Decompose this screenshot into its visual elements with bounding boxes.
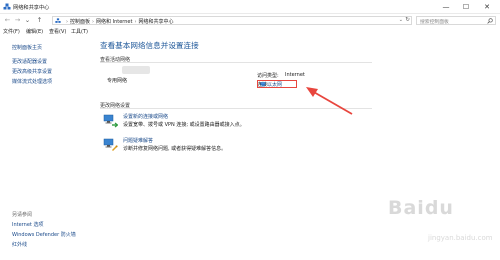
network-setup-icon	[103, 114, 118, 128]
troubleshoot-link[interactable]: 问题疑难解答	[123, 137, 153, 144]
baidu-watermark: Baidu jingyan.baidu.com	[384, 194, 496, 250]
see-also-infrared[interactable]: 红外线	[12, 241, 27, 248]
baidu-logo: Baidu	[388, 197, 454, 219]
refresh-icon[interactable]: ↻	[405, 17, 410, 23]
troubleshoot-desc: 诊断并修复网络问题, 或者获得疑难解答信息。	[123, 146, 227, 152]
network-center-icon	[55, 18, 61, 23]
setup-connection-desc: 设置宽带、拨号或 VPN 连接; 或设置路由器或接入点。	[123, 122, 245, 128]
close-button[interactable]: ✕	[481, 2, 493, 12]
sidebar-link-media-streaming[interactable]: 媒体流式处理选项	[12, 78, 52, 85]
task-troubleshoot: 问题疑难解答 诊断并修复网络问题, 或者获得疑难解答信息。	[103, 137, 373, 155]
ethernet-link-label[interactable]: 以太网	[267, 81, 282, 88]
breadcrumb-network-internet[interactable]: 网络和 Internet	[96, 19, 132, 25]
back-button[interactable]: ←	[3, 16, 12, 25]
menu-bar: 文件(F) 编辑(E) 查看(V) 工具(T)	[0, 27, 500, 36]
access-type-label: 访问类型:	[257, 73, 279, 79]
sidebar-link-control-panel-home[interactable]: 控制面板主页	[12, 44, 42, 51]
sidebar-link-sharing-settings[interactable]: 更改高级共享设置	[12, 68, 52, 75]
see-also-heading: 另请参阅	[12, 212, 33, 218]
breadcrumb-separator: ›	[66, 19, 68, 25]
ethernet-link[interactable]: 以太网	[257, 80, 297, 88]
page-title: 查看基本网络信息并设置连接	[100, 41, 199, 50]
sidebar-link-adapter-settings[interactable]: 更改适配器设置	[12, 58, 47, 65]
breadcrumb-separator: ›	[92, 19, 95, 25]
window-title: 网络和共享中心	[13, 5, 50, 11]
sidebar: 控制面板主页 更改适配器设置 更改高级共享设置 媒体流式处理选项 另请参阅 In…	[0, 36, 95, 260]
breadcrumb-network-center[interactable]: 网络和共享中心	[138, 19, 173, 25]
minimize-button[interactable]: —	[440, 2, 452, 12]
see-also-defender-firewall[interactable]: Windows Defender 防火墙	[12, 231, 76, 238]
menu-edit[interactable]: 编辑(E)	[26, 28, 43, 35]
address-field[interactable]: › 控制面板 › 网络和 Internet › 网络和共享中心 ⌄ ↻	[52, 16, 412, 25]
chevron-down-icon[interactable]: ⌄	[399, 17, 403, 23]
search-box[interactable]: 搜索控制面板	[416, 16, 496, 25]
access-type-value: Internet	[285, 72, 305, 78]
watermark-url: jingyan.baidu.com	[428, 234, 493, 242]
section-divider	[100, 62, 372, 63]
recent-locations-button[interactable]: ⌄	[23, 16, 32, 25]
maximize-button[interactable]: ☐	[460, 2, 472, 12]
troubleshoot-icon	[103, 138, 118, 151]
section-divider	[100, 108, 372, 109]
network-type: 专用网络	[107, 78, 128, 84]
breadcrumb: › 控制面板 › 网络和 Internet › 网络和共享中心	[64, 18, 173, 25]
title-bar: 网络和共享中心 — ☐ ✕	[0, 0, 500, 14]
up-button[interactable]: ↑	[35, 16, 44, 25]
menu-file[interactable]: 文件(F)	[3, 28, 20, 35]
setup-connection-link[interactable]: 设置新的连接或网络	[123, 113, 168, 120]
forward-button[interactable]: →	[13, 16, 22, 25]
breadcrumb-separator: ›	[134, 19, 137, 25]
network-name-blurred	[122, 66, 150, 74]
network-center-icon	[3, 3, 11, 10]
search-input[interactable]: 搜索控制面板	[420, 18, 449, 25]
menu-tools[interactable]: 工具(T)	[71, 28, 88, 35]
see-also-internet-options[interactable]: Internet 选项	[12, 221, 43, 228]
search-icon	[487, 18, 493, 24]
task-setup-connection: 设置新的连接或网络 设置宽带、拨号或 VPN 连接; 或设置路由器或接入点。	[103, 113, 373, 131]
ethernet-icon	[260, 82, 266, 87]
menu-view[interactable]: 查看(V)	[49, 28, 66, 35]
breadcrumb-control-panel[interactable]: 控制面板	[70, 19, 90, 25]
address-bar-row: ← → ⌄ ↑ › 控制面板 › 网络和 Internet › 网络和共享中心 ⌄ ↻ 搜…	[0, 14, 500, 27]
